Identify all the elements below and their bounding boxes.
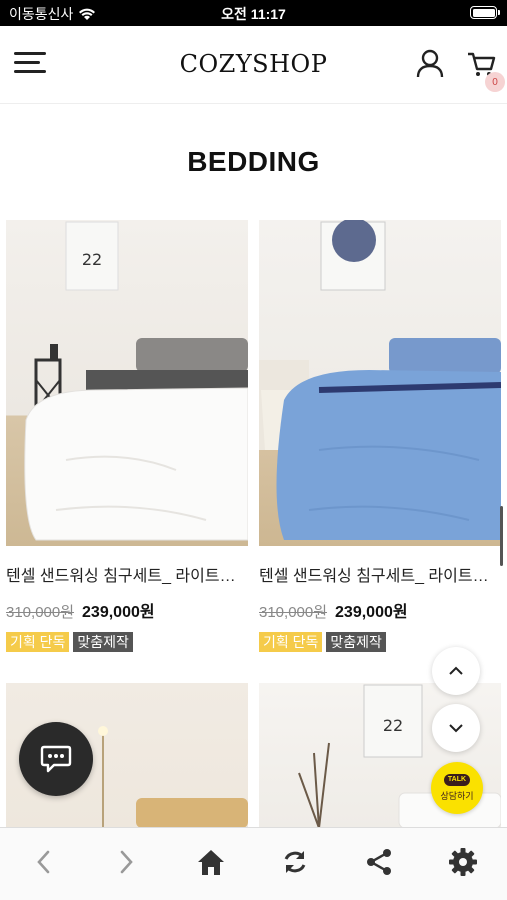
sale-price: 239,000원 (82, 604, 155, 621)
forward-button[interactable] (107, 842, 147, 882)
scrollbar[interactable] (500, 506, 503, 566)
home-button[interactable] (191, 842, 231, 882)
original-price: 310,000원 (6, 604, 75, 621)
talk-icon: TALK (443, 774, 471, 786)
sale-price: 239,000원 (335, 604, 408, 621)
consult-label: 상담하기 (440, 791, 474, 801)
product-image[interactable] (259, 220, 501, 546)
status-bar: 이동통신사 오전 11:17 (0, 0, 507, 26)
back-button[interactable] (23, 842, 63, 882)
product-name[interactable]: 텐셀 샌드워싱 침구세트_ 라이트블루 (259, 562, 501, 586)
product-image[interactable]: 22 (6, 220, 248, 546)
tag-custom: 맞춤제작 (73, 632, 133, 652)
kakao-talk-consult-button[interactable]: TALK 상담하기 (431, 762, 483, 814)
chevron-up-icon (449, 666, 463, 675)
price-row: 310,000원 239,000원 (259, 598, 501, 622)
clock: 오전 11:17 (221, 6, 286, 22)
product-card[interactable]: 텐셀 샌드워싱 침구세트_ 라이트블루 310,000원 239,000원 기획… (259, 220, 501, 652)
cart-count-badge: 0 (485, 72, 505, 92)
scroll-top-button[interactable] (432, 647, 480, 695)
tag-exclusive: 기획 단독 (6, 632, 70, 652)
share-button[interactable] (359, 842, 399, 882)
chevron-down-icon (449, 724, 463, 733)
product-name[interactable]: 텐셀 샌드워싱 침구세트_ 라이트그레이 (6, 562, 248, 586)
chat-button[interactable] (19, 722, 93, 796)
chat-icon (40, 745, 72, 773)
user-icon (416, 49, 444, 78)
settings-icon (449, 848, 477, 876)
refresh-button[interactable] (275, 842, 315, 882)
tag-row: 기획 단독 맞춤제작 (6, 632, 248, 652)
app-header: COZYSHOP 0 (0, 26, 507, 104)
back-icon (37, 850, 50, 874)
home-icon (198, 850, 224, 875)
bed-photo: 22 (24, 221, 248, 541)
battery-icon (470, 6, 500, 19)
original-price: 310,000원 (259, 604, 328, 621)
price-row: 310,000원 239,000원 (6, 598, 248, 622)
svg-text:22: 22 (383, 716, 403, 735)
share-icon (367, 849, 391, 875)
scroll-bottom-button[interactable] (432, 704, 480, 752)
page-title: BEDDING (187, 146, 320, 177)
settings-button[interactable] (443, 842, 483, 882)
forward-icon (120, 850, 133, 874)
refresh-icon (284, 851, 306, 873)
bottom-toolbar (0, 827, 507, 900)
svg-text:22: 22 (82, 250, 102, 269)
tag-custom: 맞춤제작 (326, 632, 386, 652)
product-card[interactable]: 22 텐셀 샌드워싱 침구세트_ 라이트그레이 310,000원 239,000… (6, 220, 248, 652)
user-button[interactable] (415, 48, 445, 78)
tag-exclusive: 기획 단독 (259, 632, 323, 652)
bed-photo (259, 220, 501, 540)
